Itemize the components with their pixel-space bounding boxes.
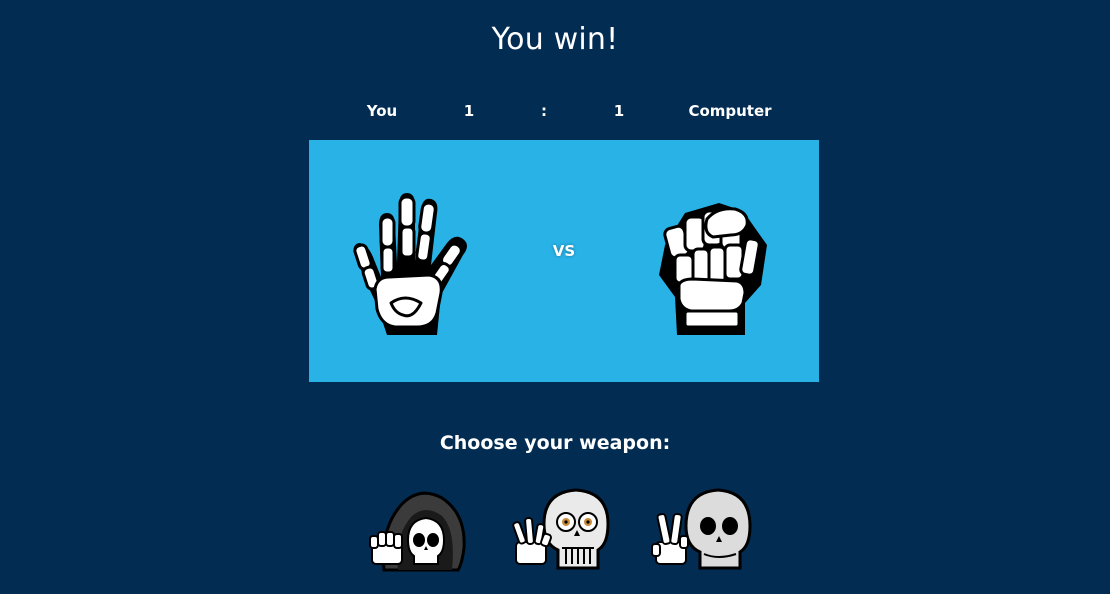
skull-with-eyes-icon <box>512 488 610 570</box>
player-choice <box>347 185 487 335</box>
result-title: You win! <box>491 22 619 57</box>
skeleton-fist-icon <box>659 203 767 335</box>
weapon-option-reaper[interactable] <box>362 484 472 572</box>
computer-label: Computer <box>688 102 772 120</box>
score-separator: : <box>541 102 547 120</box>
computer-choice <box>645 185 785 335</box>
battle-arena: VS <box>309 140 819 382</box>
weapon-option-skull-peace[interactable] <box>650 484 760 572</box>
skull-peace-sign-icon <box>651 488 752 570</box>
computer-score: 1 <box>613 102 625 120</box>
scoreboard: You 1 : 1 Computer <box>309 102 819 124</box>
player-label: You <box>366 102 398 120</box>
weapon-option-skull-eyes[interactable] <box>508 484 618 572</box>
vs-label: VS <box>552 242 576 260</box>
player-score: 1 <box>463 102 475 120</box>
weapon-options <box>0 484 1110 574</box>
open-skeleton-hand-icon <box>353 193 467 335</box>
choose-weapon-prompt: Choose your weapon: <box>439 432 671 454</box>
hooded-reaper-skull-icon <box>369 491 466 572</box>
